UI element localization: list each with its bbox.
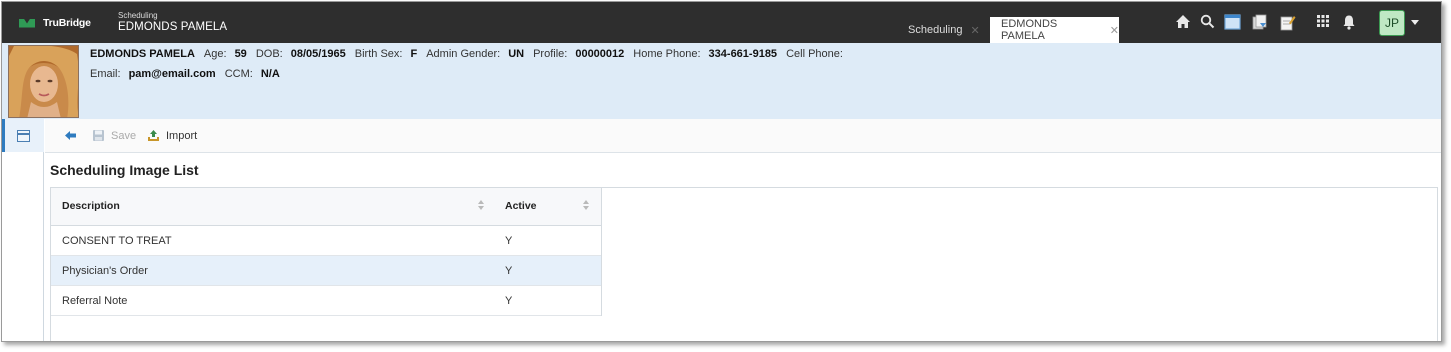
profile-label: Profile: (533, 48, 568, 60)
chevron-down-icon[interactable] (1411, 20, 1419, 25)
app-window: TruBridge Scheduling EDMONDS PAMELA Sche… (1, 1, 1442, 342)
module-label: Scheduling (118, 11, 158, 20)
birth-sex-value: F (410, 48, 418, 60)
cell-active: Y (505, 265, 513, 277)
tab-patient[interactable]: EDMONDS PAMELA ✕ (990, 17, 1119, 43)
table-row[interactable]: CONSENT TO TREAT Y (51, 226, 601, 256)
home-phone-label: Home Phone: (633, 48, 701, 60)
cell-description: CONSENT TO TREAT (62, 235, 172, 247)
apps-grid-icon[interactable] (1314, 14, 1331, 31)
bell-icon[interactable] (1340, 14, 1357, 31)
window-icon[interactable] (1224, 14, 1241, 31)
patient-header: EDMONDS PAMELA (118, 21, 228, 33)
cell-active: Y (505, 295, 513, 307)
trubridge-logo-icon (19, 19, 35, 28)
home-icon[interactable] (1174, 14, 1191, 31)
admin-gender-label: Admin Gender: (426, 48, 501, 60)
notes-icon[interactable] (1279, 14, 1296, 31)
table-row[interactable]: Physician's Order Y (51, 256, 601, 286)
brand-name: TruBridge (43, 17, 91, 29)
rail-item-image-list[interactable] (2, 119, 44, 152)
import-label: Import (166, 129, 198, 142)
toolbar: Save Import (45, 119, 1441, 153)
age-value: 59 (234, 48, 247, 60)
top-bar: TruBridge Scheduling EDMONDS PAMELA Sche… (2, 2, 1441, 43)
home-phone-value: 334-661-9185 (708, 48, 778, 60)
profile-value: 00000012 (575, 48, 625, 60)
brand-logo[interactable]: TruBridge (19, 16, 91, 30)
tab-label: Scheduling (908, 24, 963, 36)
user-avatar[interactable]: JP (1379, 10, 1405, 36)
tab-label: EDMONDS PAMELA (1001, 18, 1058, 42)
page-title: Scheduling Image List (50, 162, 199, 178)
cell-description: Referral Note (62, 295, 128, 307)
age-label: Age: (203, 48, 227, 60)
table-header: Description Active (51, 188, 601, 226)
ccm-value: N/A (260, 68, 280, 80)
save-label: Save (111, 129, 137, 142)
ccm-label: CCM: (224, 68, 253, 80)
back-arrow-icon (64, 129, 77, 142)
tab-scheduling[interactable]: Scheduling ✕ (898, 17, 990, 43)
sort-icon[interactable] (478, 200, 485, 212)
cell-phone-label: Cell Phone: (786, 48, 843, 60)
patient-photo (8, 45, 79, 118)
cell-active: Y (505, 235, 513, 247)
list-view-icon (17, 130, 30, 142)
save-button[interactable]: Save (92, 129, 136, 142)
patient-banner: EDMONDS PAMELA Age: 59 DOB: 08/05/1965 Birth … (2, 43, 1441, 119)
email-label: Email: (90, 68, 121, 80)
close-icon[interactable]: ✕ (970, 24, 979, 37)
email-value: pam@email.com (128, 68, 216, 80)
patient-info-line-1: EDMONDS PAMELA Age: 59 DOB: 08/05/1965 Birth … (90, 48, 851, 60)
admin-gender-value: UN (508, 48, 525, 60)
search-icon[interactable] (1199, 14, 1216, 31)
save-icon (92, 129, 105, 142)
cell-description: Physician's Order (62, 265, 148, 277)
import-button[interactable]: Import (147, 129, 197, 142)
image-list-panel: Description Active CONSENT TO TREAT Y Ph… (50, 187, 1438, 341)
back-button[interactable] (64, 129, 83, 142)
sort-icon[interactable] (583, 200, 590, 212)
patient-name: EDMONDS PAMELA (90, 48, 195, 60)
left-rail (2, 119, 44, 341)
patient-info-line-2: Email: pam@email.com CCM: N/A (90, 68, 280, 80)
module-header: Scheduling EDMONDS PAMELA (118, 11, 227, 34)
close-icon[interactable]: ✕ (1110, 24, 1119, 37)
table-row[interactable]: Referral Note Y (51, 286, 601, 316)
import-icon (147, 129, 160, 142)
image-list-table: Description Active CONSENT TO TREAT Y Ph… (51, 188, 602, 316)
documents-icon[interactable] (1251, 14, 1268, 31)
birth-sex-label: Birth Sex: (354, 48, 403, 60)
dob-value: 08/05/1965 (290, 48, 346, 60)
column-header-active[interactable]: Active (505, 200, 537, 212)
column-header-description[interactable]: Description (62, 200, 120, 212)
dob-label: DOB: (255, 48, 283, 60)
